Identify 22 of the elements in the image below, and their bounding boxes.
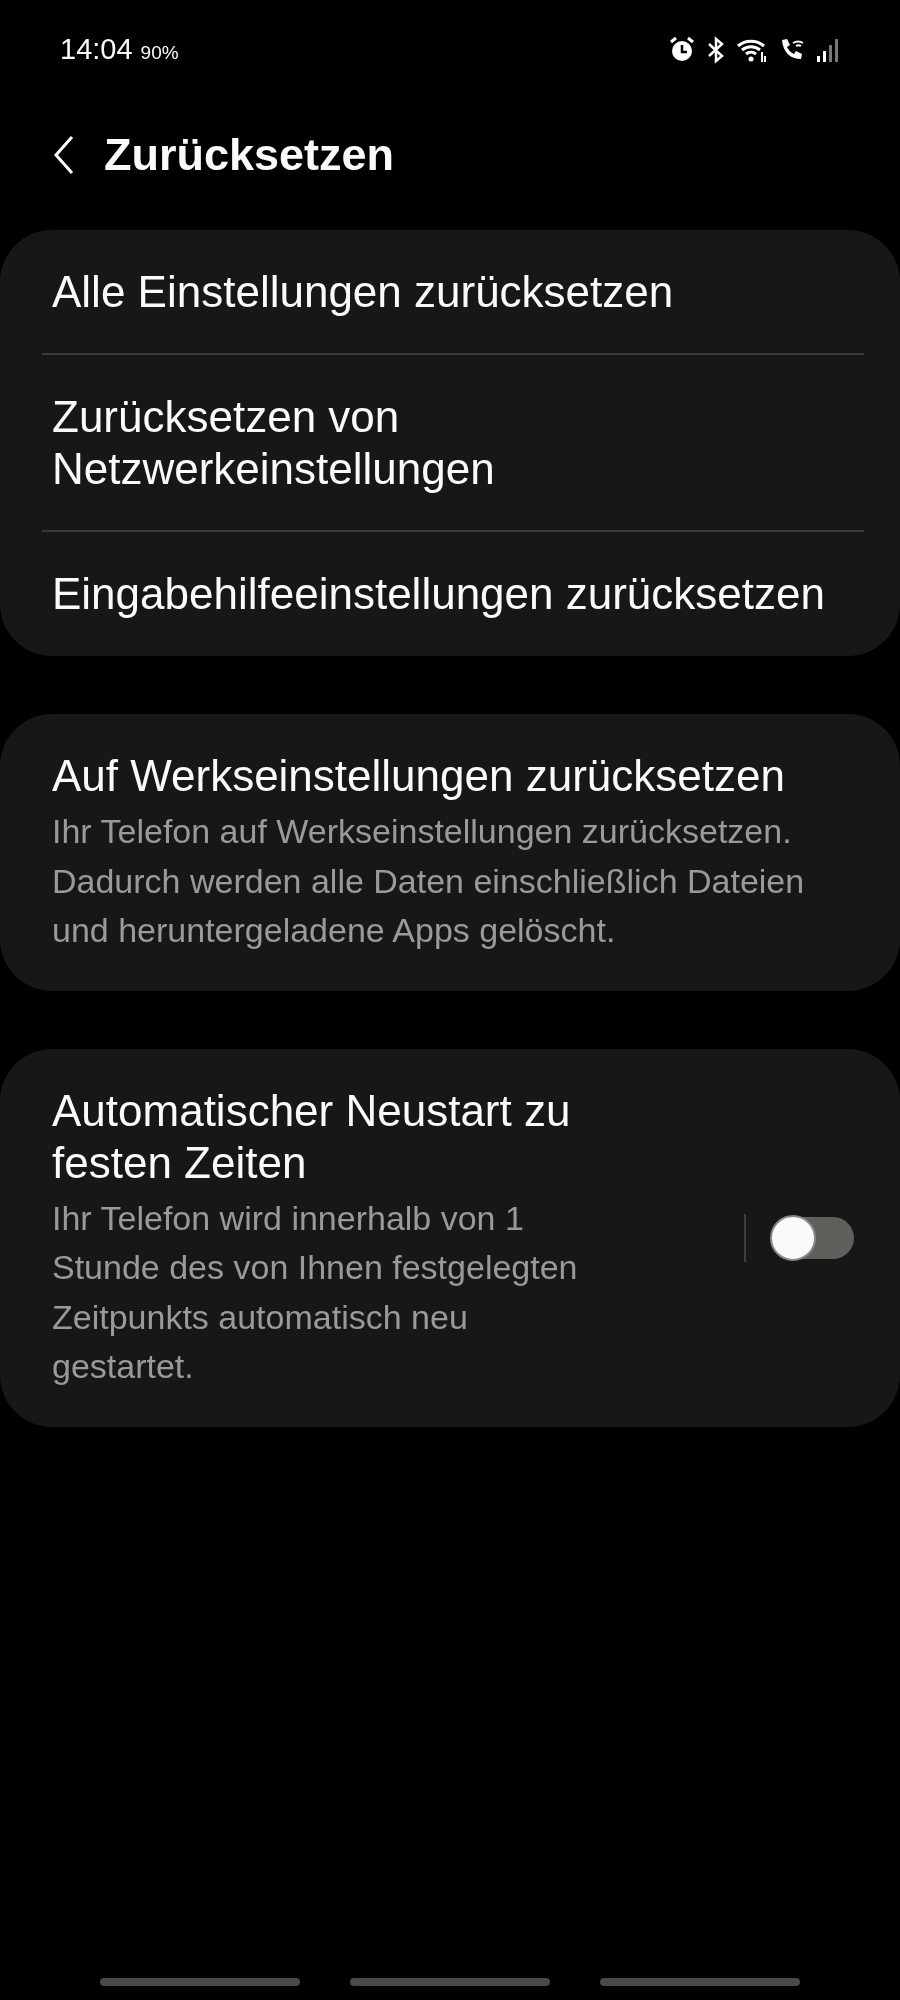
settings-item[interactable]: Zurücksetzen von Netzwerkeinstellungen — [52, 355, 854, 531]
item-title: Auf Werkseinstellungen zurücksetzen — [52, 749, 786, 802]
settings-item[interactable]: Automatischer Neustart zu festen Zeiten Ihr Telefon wird innerhalb von 1 Stunde des von Ihnen festgelegten Zeitpunkts automatisch neu gestartet. — [52, 1049, 854, 1428]
settings-item[interactable]: Auf Werkseinstellungen zurücksetzen Ihr Telefon auf Werkseinstellungen zurücksetzen. Dadurch werden alle Daten einschließlich Dateien und heruntergeladene Apps gelöscht. — [52, 713, 854, 992]
page-title: Zurücksetzen — [104, 128, 395, 183]
item-description: Ihr Telefon auf Werkseinstellungen zurücksetzen. Dadurch werden alle Daten einschließlich Dateien und heruntergeladene Apps gelöscht. — [52, 811, 806, 951]
nav-handle[interactable] — [100, 1978, 300, 1986]
nav-handle[interactable] — [350, 1978, 550, 1986]
clock-time: 14:04 — [60, 32, 133, 68]
item-title: Automatischer Neustart zu festen Zeiten — [52, 1085, 572, 1189]
settings-item[interactable]: Eingabehilfeeinstellungen zurücksetzen — [52, 532, 854, 656]
battery-level: 90% — [140, 41, 179, 66]
item-description: Ihr Telefon wird innerhalb von 1 Stunde des von Ihnen festgelegten Zeitpunkts automatisch neu gestartet. — [52, 1198, 579, 1388]
item-title: Zurücksetzen von Netzwerkeinstellungen — [52, 391, 496, 495]
item-title: Alle Einstellungen zurücksetzen — [52, 266, 675, 318]
toggle-switch[interactable] — [772, 1217, 854, 1260]
settings-item[interactable]: Alle Einstellungen zurücksetzen — [52, 230, 854, 354]
item-title: Eingabehilfeeinstellungen zurücksetzen — [52, 568, 826, 620]
nav-handle[interactable] — [600, 1978, 800, 1986]
alarm-icon — [668, 36, 696, 64]
signal-icon — [816, 36, 840, 64]
back-button[interactable] — [52, 134, 76, 176]
